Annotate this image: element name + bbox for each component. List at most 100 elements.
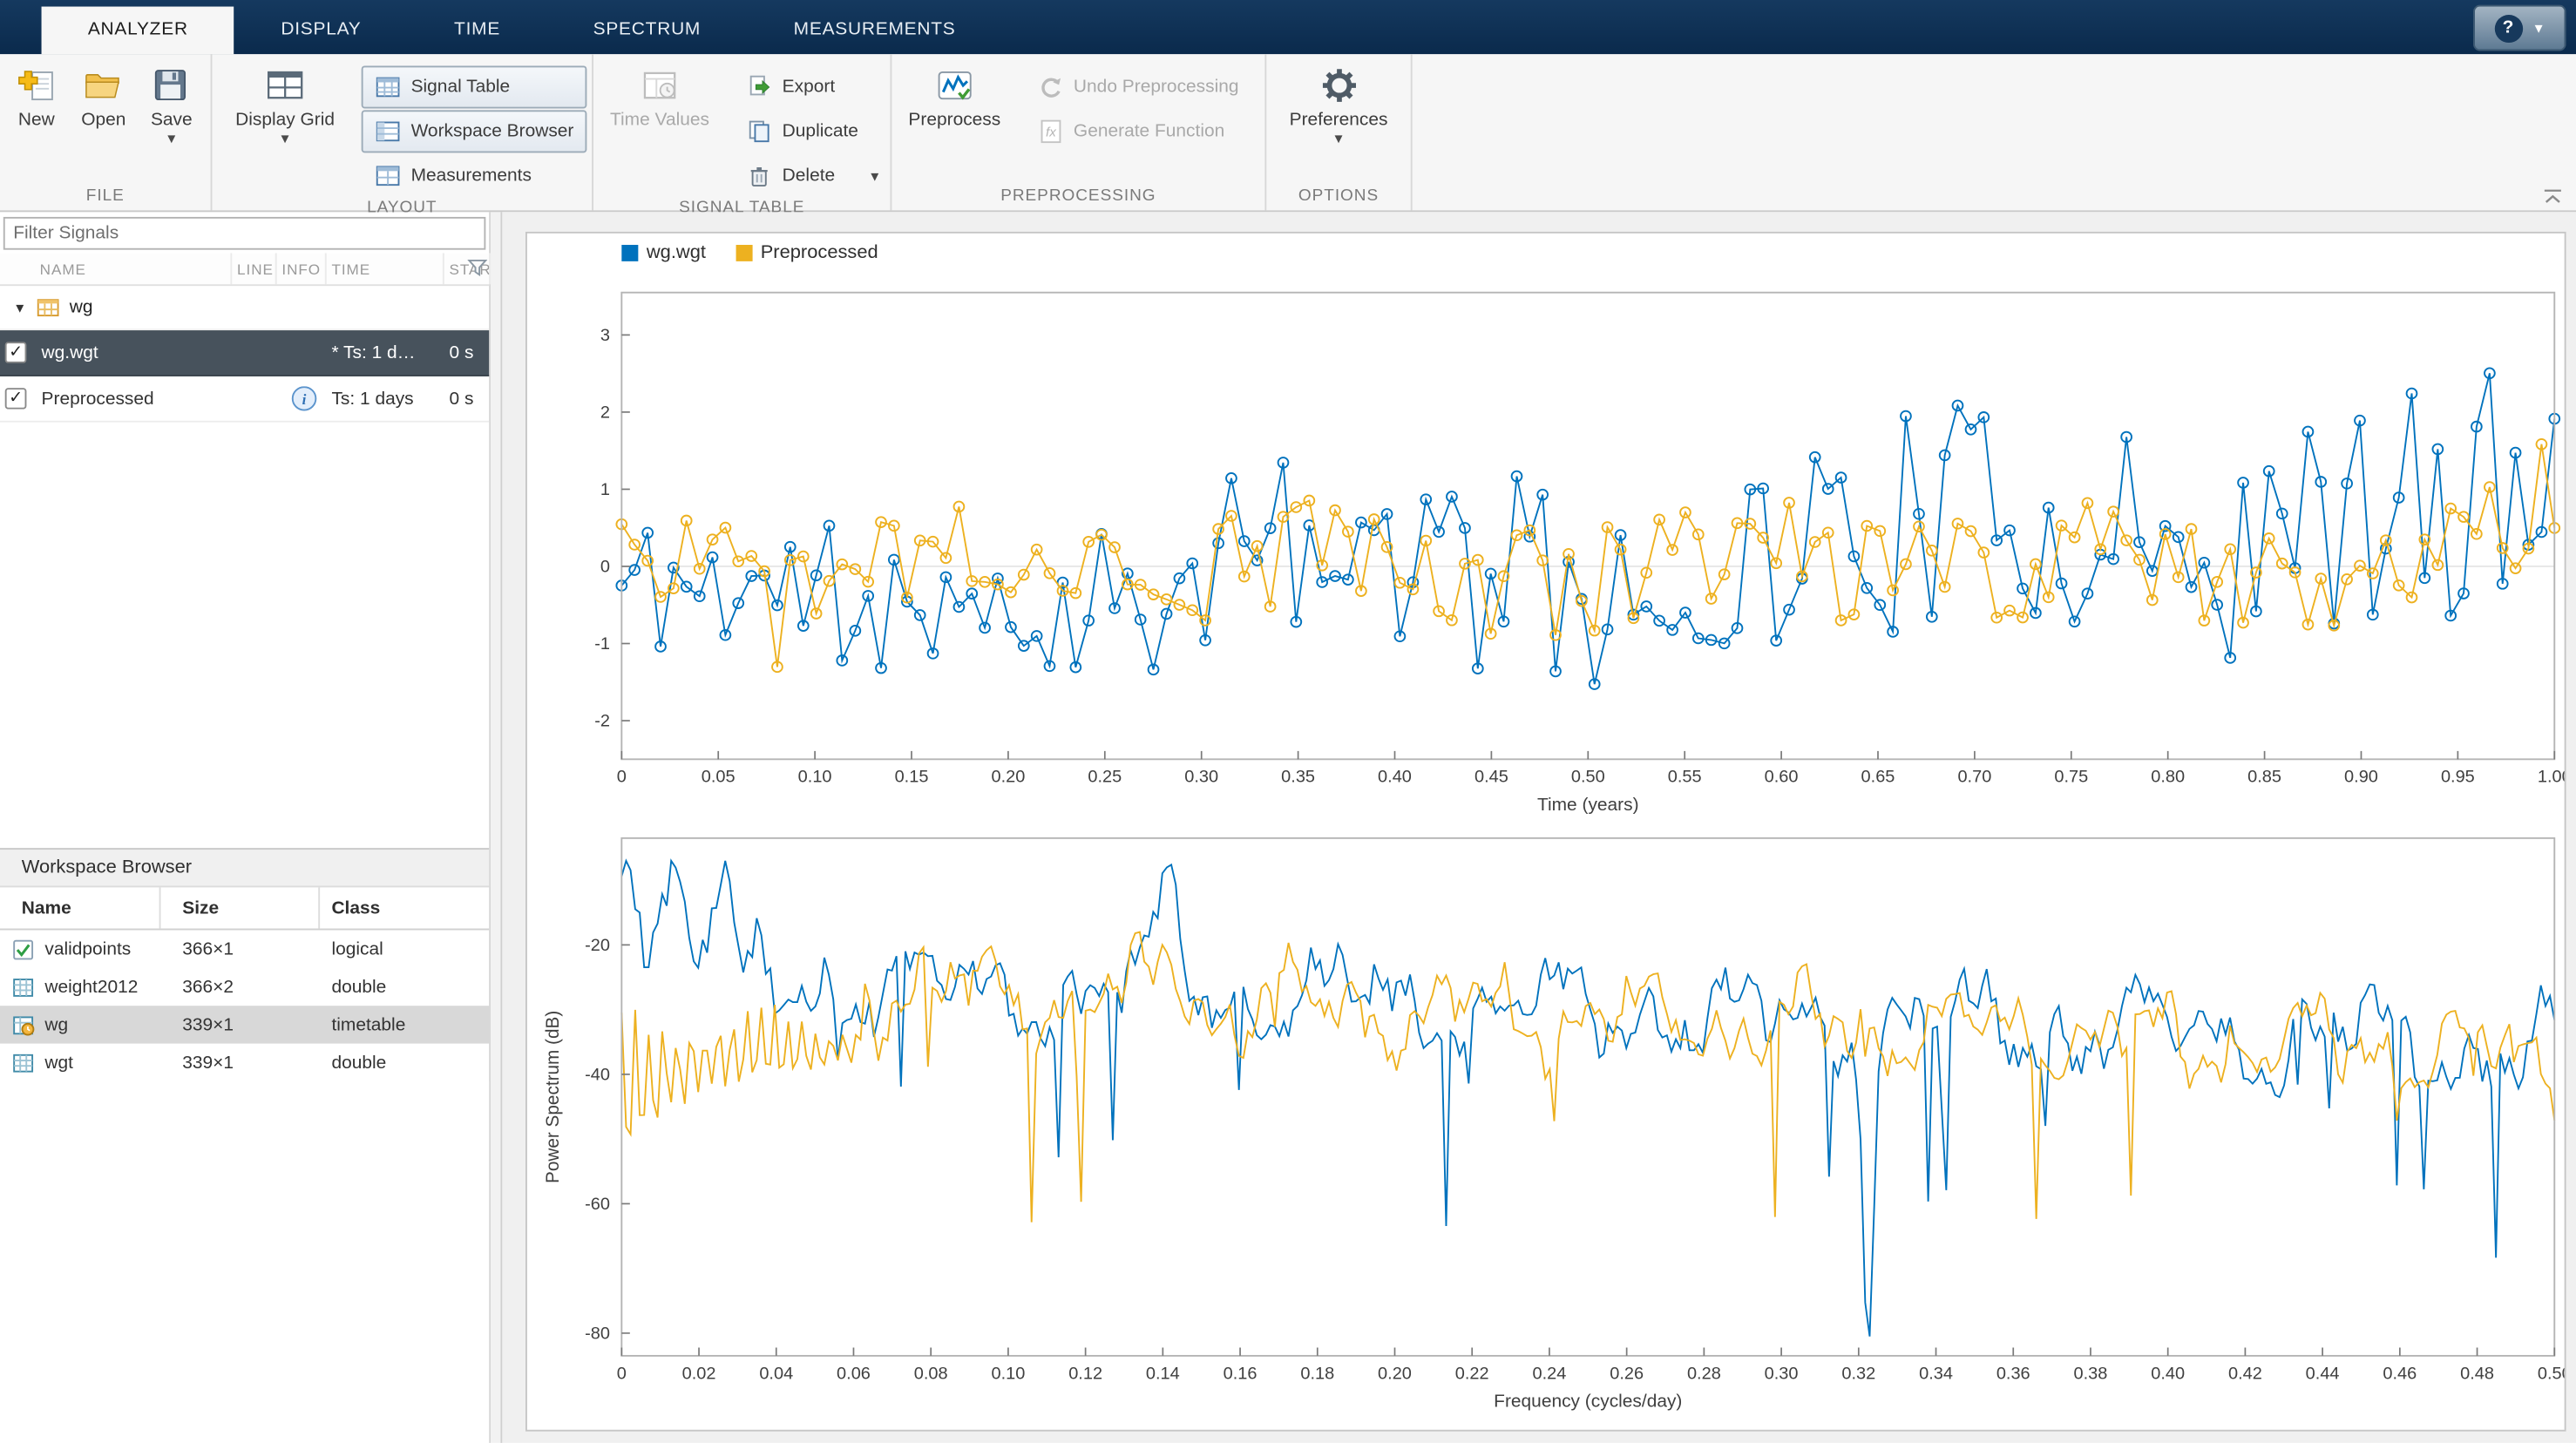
svg-text:0.30: 0.30 xyxy=(1184,768,1218,787)
new-button[interactable]: New xyxy=(9,61,65,132)
tab-display[interactable]: DISPLAY xyxy=(234,7,408,55)
duplicate-button[interactable]: Duplicate xyxy=(733,110,886,152)
signal-time: Ts: 1 days xyxy=(331,389,414,409)
svg-text:0.65: 0.65 xyxy=(1861,768,1895,787)
workspace-row-validpoints[interactable]: validpoints 366×1 logical xyxy=(0,930,489,967)
svg-text:0.02: 0.02 xyxy=(682,1364,716,1383)
svg-text:0.04: 0.04 xyxy=(759,1364,793,1383)
check-icon: ✓ xyxy=(9,389,24,407)
signal-row-preprocessed[interactable]: ✓ Preprocessed i Ts: 1 days 0 s xyxy=(0,376,490,423)
time-values-button[interactable]: Time Values xyxy=(601,61,717,132)
display-grid-button[interactable]: Display Grid ▼ xyxy=(227,61,343,146)
open-button[interactable]: Open xyxy=(73,61,134,132)
svg-text:0.35: 0.35 xyxy=(1281,768,1315,787)
section-label-preprocessing: PREPROCESSING xyxy=(1000,187,1156,206)
svg-text:0.70: 0.70 xyxy=(1957,768,1991,787)
signal-table-empty-area xyxy=(0,422,490,849)
workspace-row-wg[interactable]: wg 339×1 timetable xyxy=(0,1006,490,1044)
ws-var-class: double xyxy=(331,977,387,997)
signal-group-row[interactable]: ▼ wg xyxy=(0,286,490,331)
col-header-info[interactable]: INFO xyxy=(277,253,327,285)
legend-item-wg-wgt[interactable]: wg.wgt xyxy=(621,243,706,263)
display-panel[interactable]: wg.wgt Preprocessed 0 0.05 0.10 0.15 0.20 0.2… xyxy=(525,231,2566,1432)
signal-start: 0 s xyxy=(449,342,474,362)
tab-time[interactable]: TIME xyxy=(408,7,547,55)
delete-button[interactable]: Delete xyxy=(733,154,849,197)
svg-text:0.14: 0.14 xyxy=(1146,1364,1180,1383)
logical-variable-icon xyxy=(13,938,34,959)
save-button[interactable]: Save ▼ xyxy=(142,61,200,146)
tab-measurements[interactable]: MEASUREMENTS xyxy=(747,7,1001,55)
new-button-label: New xyxy=(17,110,55,130)
svg-text:0.50: 0.50 xyxy=(1571,768,1605,787)
col-header-line[interactable]: LINE xyxy=(232,253,277,285)
delete-button-label: Delete xyxy=(782,166,836,186)
svg-text:0.12: 0.12 xyxy=(1068,1364,1102,1383)
workspace-row-wgt[interactable]: wgt 339×1 double xyxy=(0,1044,489,1081)
legend-swatch xyxy=(736,245,753,261)
workspace-browser-toggle[interactable]: Workspace Browser xyxy=(361,110,587,153)
spectrum-plot[interactable]: 0 0.02 0.04 0.06 0.08 0.10 0.12 0.14 0.16 0.18 0.2… xyxy=(540,812,2565,1424)
tab-spectrum[interactable]: SPECTRUM xyxy=(546,7,747,55)
undo-preprocessing-button[interactable]: Undo Preprocessing xyxy=(1024,65,1252,108)
signal-table-toggle[interactable]: Signal Table xyxy=(361,65,587,109)
content-area: NAME LINE INFO TIME START ▼ wg ✓ wg.wgt xyxy=(0,212,2576,1443)
workspace-browser-toggle-label: Workspace Browser xyxy=(410,121,574,142)
open-button-label: Open xyxy=(81,110,126,130)
ws-var-name: weight2012 xyxy=(44,977,139,997)
signal-checkbox[interactable]: ✓ xyxy=(4,388,27,410)
toolstrip-tab-bar: ANALYZER DISPLAY TIME SPECTRUM MEASUREME… xyxy=(0,0,2576,55)
signal-row-wg-wgt[interactable]: ✓ wg.wgt * Ts: 1 d… 0 s xyxy=(0,330,490,376)
svg-text:0.32: 0.32 xyxy=(1841,1364,1875,1383)
svg-text:-1: -1 xyxy=(594,634,610,654)
svg-text:-60: -60 xyxy=(585,1195,610,1214)
export-button[interactable]: Export xyxy=(733,65,886,108)
generate-function-icon: fx xyxy=(1040,119,1061,144)
generate-function-button[interactable]: fx Generate Function xyxy=(1024,110,1252,152)
col-header-time[interactable]: TIME xyxy=(327,253,444,285)
signal-analyzer-app: ANALYZER DISPLAY TIME SPECTRUM MEASUREME… xyxy=(0,0,2576,1443)
expander-icon[interactable]: ▼ xyxy=(13,300,26,315)
col-header-name[interactable]: NAME xyxy=(0,253,233,285)
delete-trash-icon xyxy=(750,166,768,187)
info-icon[interactable]: i xyxy=(291,386,317,411)
workspace-browser-header: Workspace Browser xyxy=(0,848,490,888)
signal-checkbox[interactable]: ✓ xyxy=(4,342,27,363)
signal-group-name: wg xyxy=(69,297,93,317)
display-grid-icon xyxy=(267,71,303,99)
collapse-ribbon-icon[interactable] xyxy=(2541,187,2565,206)
save-dropdown-icon[interactable]: ▼ xyxy=(165,132,178,146)
display-grid-dropdown-icon[interactable]: ▼ xyxy=(279,132,292,146)
vertical-scrollbar[interactable] xyxy=(491,212,503,1443)
svg-text:-20: -20 xyxy=(585,936,610,955)
help-button[interactable]: ? ▼ xyxy=(2473,4,2566,51)
section-label-options: OPTIONS xyxy=(1298,187,1380,206)
svg-text:0.36: 0.36 xyxy=(1996,1364,2030,1383)
signal-panel: NAME LINE INFO TIME START ▼ wg ✓ wg.wgt xyxy=(0,212,491,1443)
check-icon: ✓ xyxy=(9,342,24,361)
ws-col-size[interactable]: Size xyxy=(161,887,321,929)
ws-col-name[interactable]: Name xyxy=(0,887,161,929)
ws-var-name: wgt xyxy=(44,1052,73,1073)
legend-item-preprocessed[interactable]: Preprocessed xyxy=(736,243,878,263)
measurements-toggle[interactable]: Measurements xyxy=(361,154,586,197)
ribbon-section-preprocessing: Preprocess Undo Preprocessing fx Generat… xyxy=(891,54,1267,211)
ws-var-class: double xyxy=(331,1052,387,1073)
duplicate-icon xyxy=(749,120,769,143)
filter-icon[interactable] xyxy=(467,258,488,278)
workspace-row-weight2012[interactable]: weight2012 366×2 double xyxy=(0,968,489,1006)
ribbon-section-signal-table: Time Values Export Duplicate Delete ▼ SI… xyxy=(593,54,892,217)
delete-dropdown-icon[interactable]: ▼ xyxy=(864,162,886,190)
undo-icon xyxy=(1041,78,1061,98)
svg-text:0: 0 xyxy=(600,558,610,577)
preprocess-button[interactable]: Preprocess xyxy=(900,61,1009,132)
preferences-dropdown-icon[interactable]: ▼ xyxy=(1332,132,1345,146)
undo-preprocessing-label: Undo Preprocessing xyxy=(1073,77,1239,98)
svg-text:0.26: 0.26 xyxy=(1610,1364,1644,1383)
preferences-button[interactable]: Preferences ▼ xyxy=(1281,61,1396,146)
ws-col-class[interactable]: Class xyxy=(320,887,491,928)
svg-text:fx: fx xyxy=(1045,125,1056,140)
time-plot[interactable]: 0 0.05 0.10 0.15 0.20 0.25 0.30 0.35 0.40 0.45 0.5… xyxy=(540,267,2565,819)
tab-analyzer[interactable]: ANALYZER xyxy=(41,6,235,55)
svg-text:3: 3 xyxy=(600,326,610,345)
